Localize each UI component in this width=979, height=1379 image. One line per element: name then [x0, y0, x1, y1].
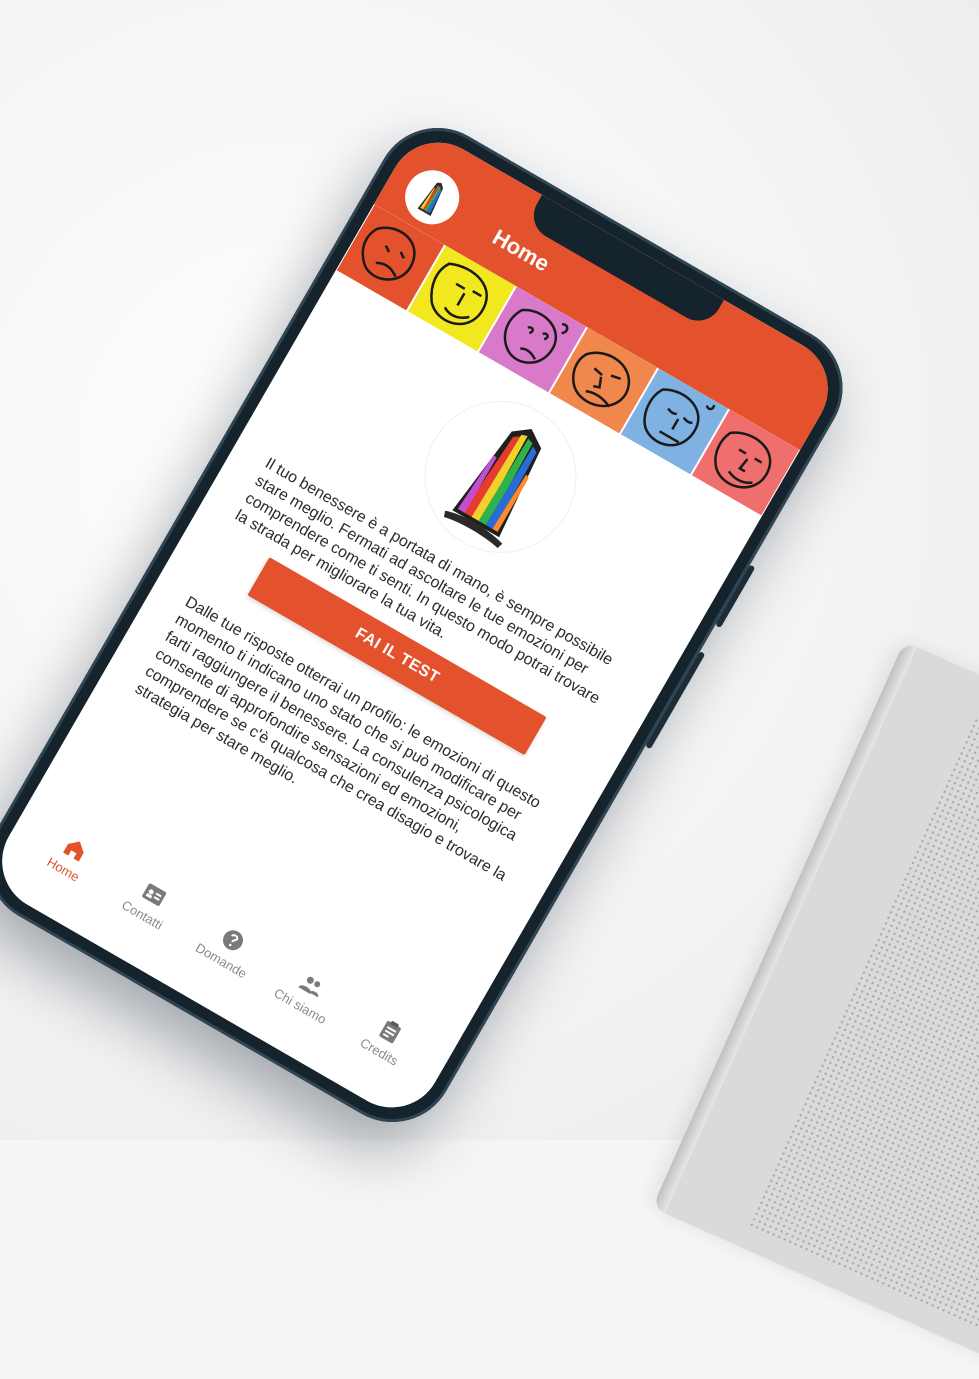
tab-chi-siamo[interactable]: Chi siamo	[246, 958, 349, 1066]
tab-credits[interactable]: Credits	[325, 1004, 428, 1112]
rainbow-sculpture-icon	[417, 182, 443, 216]
tab-home[interactable]: Home	[9, 821, 112, 929]
tab-contatti[interactable]: Contatti	[88, 867, 191, 975]
tab-domande[interactable]: Domande	[167, 912, 270, 1020]
